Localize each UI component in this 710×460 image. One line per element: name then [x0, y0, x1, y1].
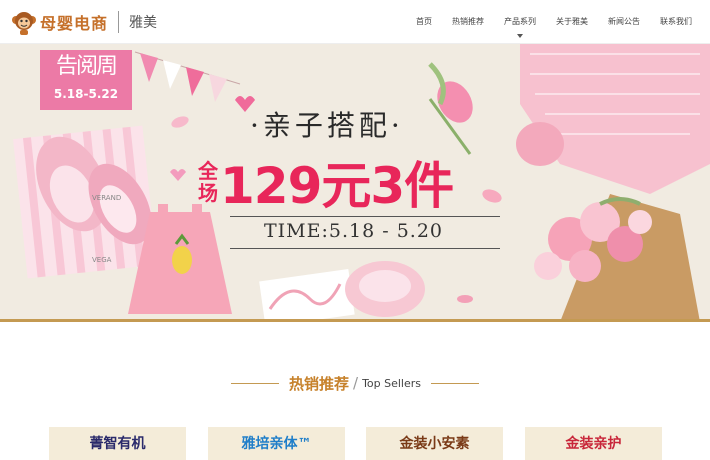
section-title-en: Top Sellers	[362, 376, 422, 390]
product-card[interactable]: 金装亲护	[525, 427, 662, 460]
product-card[interactable]: 金装小安素	[366, 427, 503, 460]
banner-offer: 全场 129元3件	[198, 146, 454, 218]
product-card-label: 金装小安素	[399, 436, 470, 452]
nav-top-sellers[interactable]: 热销推荐	[452, 0, 484, 44]
logo-text: 母婴电商	[40, 14, 109, 33]
nav-product-series[interactable]: 产品系列	[504, 0, 536, 44]
nav-news[interactable]: 新闻公告	[608, 0, 640, 44]
site-header: 母婴电商 雅美 首页 热销推荐 产品系列 关于雅美 新闻公告 联系我们	[0, 0, 710, 44]
banner-time: TIME:5.18 - 5.20	[264, 220, 444, 242]
nav-about[interactable]: 关于雅美	[556, 0, 588, 44]
main-nav: 首页 热销推荐 产品系列 关于雅美 新闻公告 联系我们	[396, 0, 692, 44]
title-line-left	[230, 382, 279, 384]
product-card[interactable]: 雅培亲体™	[208, 427, 345, 460]
product-card-label: 雅培亲体™	[241, 436, 312, 452]
monkey-logo-icon	[12, 12, 36, 35]
product-card[interactable]: 菁智有机	[49, 427, 186, 460]
product-card-label: 金装亲护	[565, 436, 622, 452]
promo-stamp: 告阅周 5.18-5.22	[40, 50, 132, 110]
stamp-title: 告阅周	[55, 54, 118, 79]
product-cards: 菁智有机 雅培亲体™ 金装小安素 金装亲护	[0, 427, 710, 460]
stamp-date: 5.18-5.22	[53, 87, 119, 101]
banner-offer-prefix: 全场	[198, 159, 218, 205]
banner-offer-text: 129元3件	[220, 157, 454, 215]
nav-contact[interactable]: 联系我们	[660, 0, 692, 44]
product-card-label: 菁智有机	[89, 436, 146, 452]
product-tag: VEGA	[92, 256, 112, 264]
divider-line	[230, 216, 500, 217]
banner-slogan: ·亲子搭配·	[250, 109, 404, 142]
section-title: 热销推荐 / Top Sellers	[0, 372, 710, 394]
product-tag: VERAND	[92, 194, 122, 202]
title-line-right	[431, 382, 480, 384]
logo-divider	[118, 11, 120, 33]
divider-line	[230, 248, 500, 249]
promo-banner[interactable]: 告阅周 5.18-5.22 ·亲子搭配· 全场 129元3件 TIME:5.18…	[0, 44, 710, 322]
nav-home[interactable]: 首页	[416, 0, 432, 44]
banner-bottom-border	[0, 319, 710, 322]
section-title-slash: /	[353, 374, 359, 392]
logo-subtitle: 雅美	[129, 15, 158, 31]
logo[interactable]: 母婴电商 雅美	[12, 7, 157, 37]
section-title-cn: 热销推荐	[288, 374, 349, 393]
